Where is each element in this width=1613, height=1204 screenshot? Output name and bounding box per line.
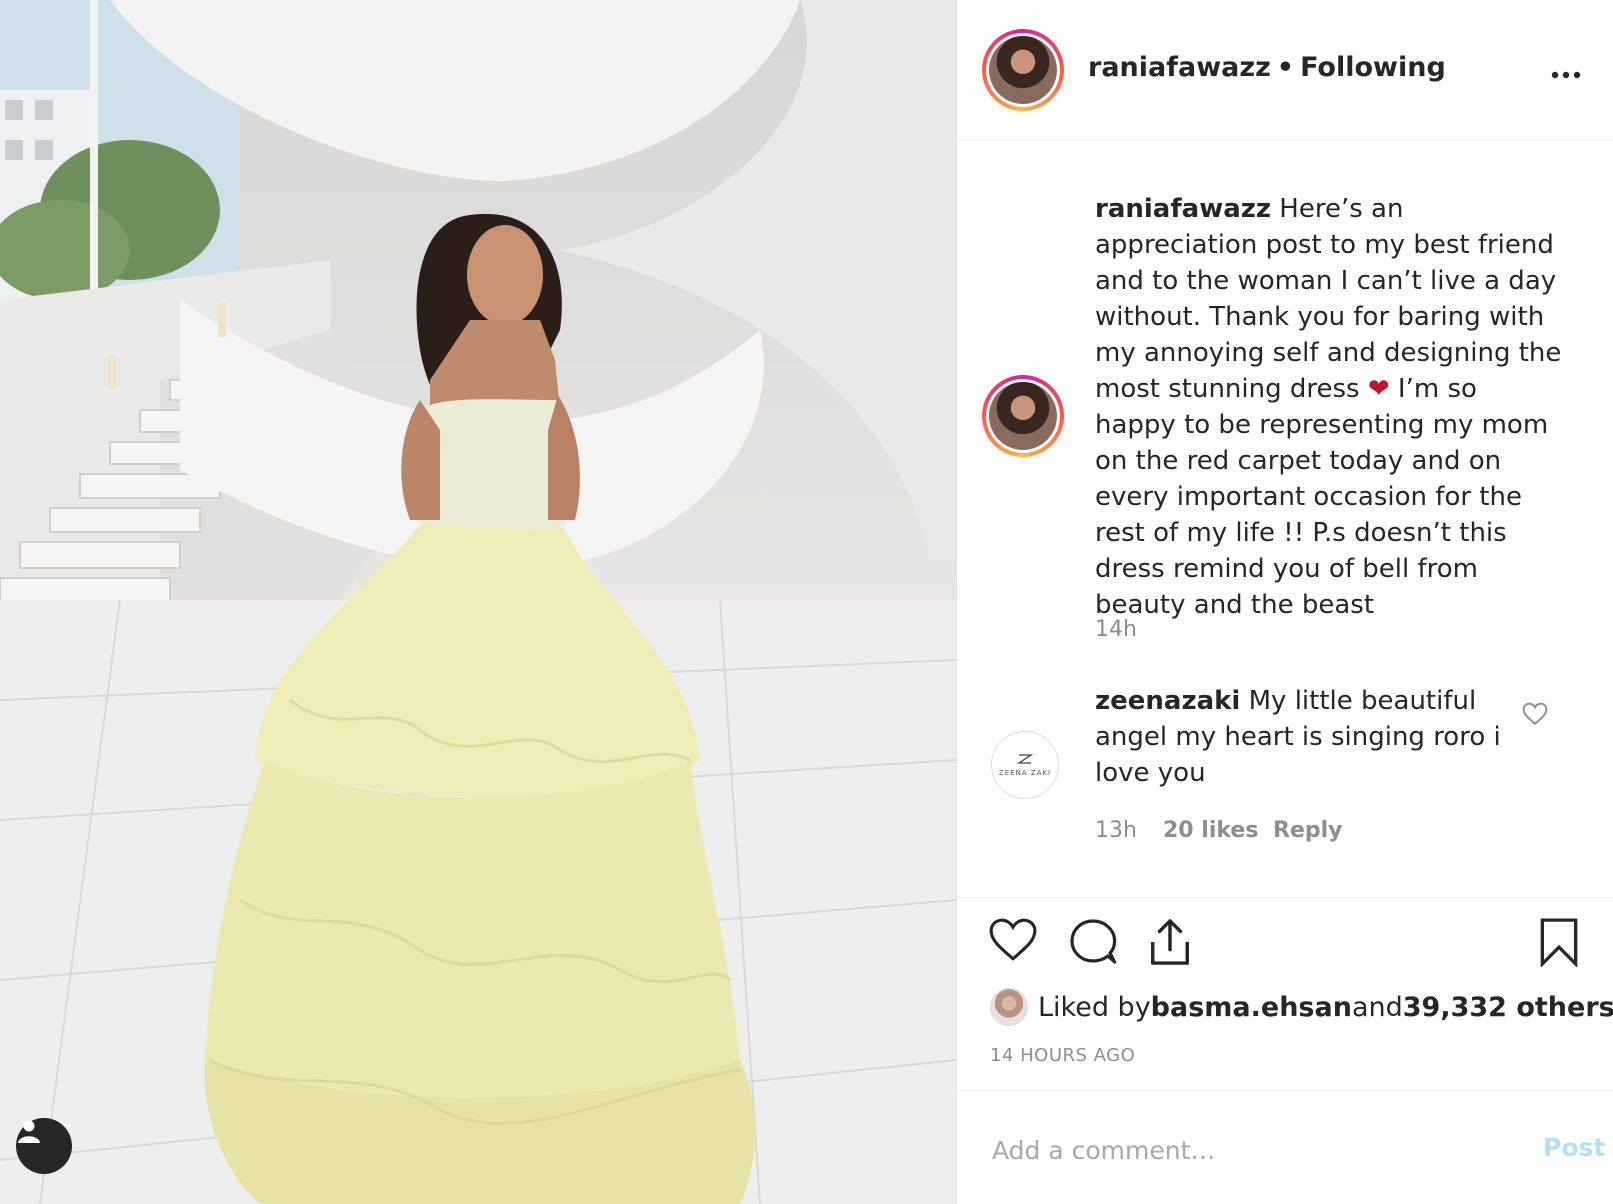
likes-prefix: Liked by <box>1038 991 1151 1023</box>
heart-emoji-icon: ❤ <box>1367 374 1390 404</box>
liker-username[interactable]: basma.ehsan <box>1151 992 1352 1023</box>
share-upload-icon <box>1151 919 1189 965</box>
actions-divider <box>957 897 1613 899</box>
speech-bubble-icon <box>1070 919 1117 964</box>
caption-text-1: Here’s an appreciation post to my best f… <box>1095 194 1570 404</box>
tagged-users-button[interactable] <box>16 1118 72 1174</box>
post-photo[interactable] <box>0 0 956 1204</box>
post-timestamp[interactable]: 14 HOURS AGO <box>990 1045 1135 1066</box>
likes-middle: and <box>1351 991 1403 1023</box>
dress-bodice <box>420 399 565 541</box>
post-caption: raniafawazz Here’s an appreciation post … <box>1095 191 1565 623</box>
like-button[interactable] <box>988 917 1038 967</box>
comment-likes[interactable]: 20 likes <box>1163 818 1258 843</box>
comment-username[interactable]: zeenazaki <box>1095 686 1240 716</box>
commenter-avatar[interactable]: ZEENA ZAKI <box>991 731 1059 799</box>
post-header: raniafawazz • Following <box>957 0 1613 140</box>
photo-scene <box>0 0 956 1204</box>
author-avatar[interactable] <box>982 29 1064 111</box>
comment-input[interactable] <box>990 1129 1514 1171</box>
caption-time[interactable]: 14h <box>1095 617 1137 642</box>
comment-heart-icon[interactable] <box>1522 702 1548 730</box>
following-button[interactable]: Following <box>1300 52 1446 83</box>
ellipsis-icon[interactable] <box>1551 67 1581 79</box>
likes-summary: Liked by basma.ehsan and 39,332 others <box>990 988 1613 1026</box>
commenter-avatar-text: ZEENA ZAKI <box>998 769 1052 777</box>
save-button[interactable] <box>1538 917 1580 971</box>
zeena-zaki-logo-icon <box>1017 754 1033 764</box>
likes-count-link[interactable]: 39,332 others <box>1403 992 1613 1023</box>
post-sidebar: raniafawazz • Following raniafawazz Here’s… <box>956 0 1613 1204</box>
caption-username[interactable]: raniafawazz <box>1095 194 1271 224</box>
caption-text-2: I’m so happy to be representing my mom o… <box>1095 374 1557 620</box>
comment-time[interactable]: 13h <box>1095 818 1137 843</box>
header-user-line: raniafawazz • Following <box>1088 52 1446 83</box>
author-username[interactable]: raniafawazz <box>1088 52 1271 83</box>
liker-avatar[interactable] <box>990 988 1028 1026</box>
comment-item: zeenazaki My little beautiful angel my h… <box>1095 683 1505 791</box>
add-comment-bar: Post <box>957 1090 1613 1204</box>
person-icon <box>18 1120 40 1143</box>
heart-icon <box>989 918 1037 961</box>
caption-author-avatar[interactable] <box>982 375 1064 457</box>
separator-dot: • <box>1276 52 1295 83</box>
comment-button[interactable] <box>1069 917 1117 969</box>
comment-reply-button[interactable]: Reply <box>1273 818 1343 843</box>
share-button[interactable] <box>1147 917 1193 971</box>
bookmark-icon <box>1540 918 1578 968</box>
post-comment-button[interactable]: Post <box>1543 1133 1605 1162</box>
